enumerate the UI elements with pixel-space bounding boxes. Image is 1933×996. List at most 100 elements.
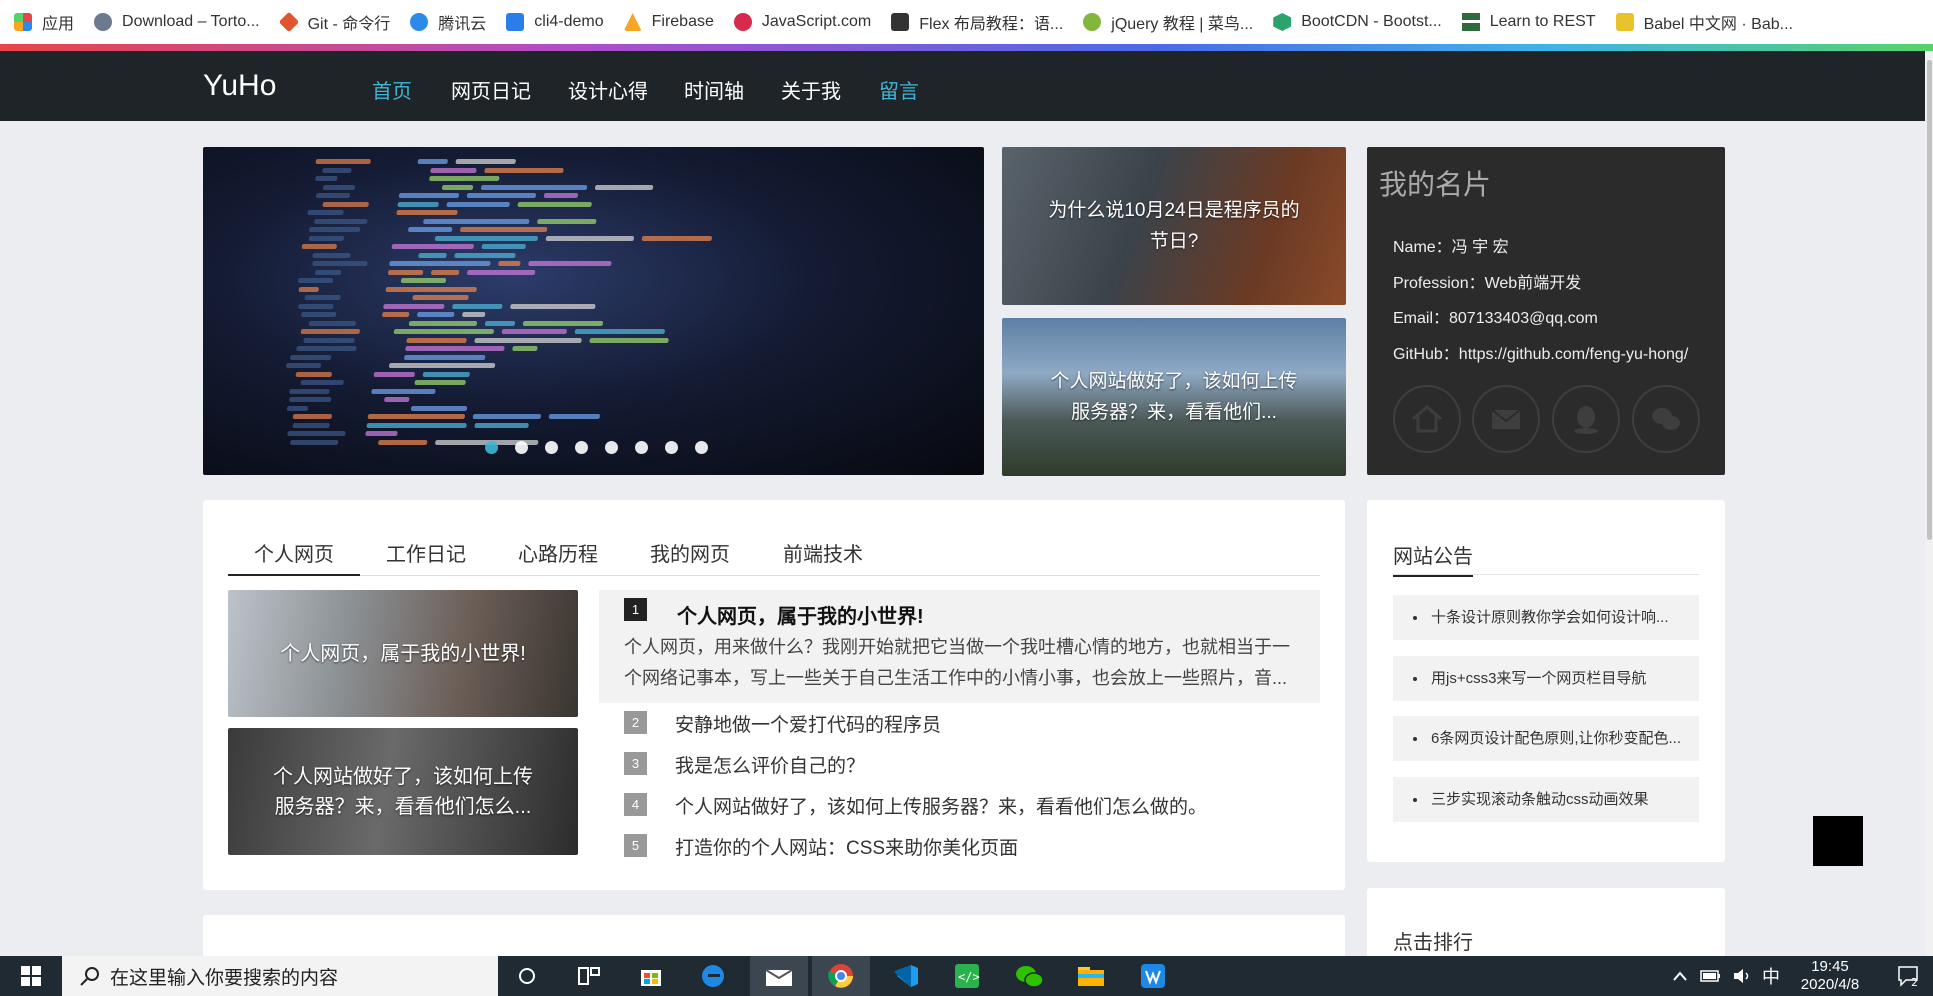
carousel-dot[interactable]	[695, 441, 708, 454]
bookmark-cli4-demo[interactable]: cli4-demo	[506, 13, 604, 31]
code-line	[417, 312, 455, 317]
carousel-dot[interactable]	[515, 441, 528, 454]
bookmark-babel[interactable]: Babel 中文网 · Bab...	[1615, 10, 1793, 34]
article-link[interactable]: 安静地做一个爱打代码的程序员	[675, 710, 941, 737]
carousel-dot[interactable]	[665, 441, 678, 454]
tab-frontend[interactable]: 前端技术	[783, 538, 863, 576]
babel-icon	[1615, 13, 1634, 31]
nav-timeline[interactable]: 时间轴	[684, 75, 744, 104]
nav-about[interactable]: 关于我	[781, 75, 841, 104]
edge-icon[interactable]	[684, 956, 742, 996]
qq-icon[interactable]	[1552, 385, 1620, 453]
vscode-icon[interactable]	[876, 956, 934, 996]
carousel-dot[interactable]	[635, 441, 648, 454]
tab-journey[interactable]: 心路历程	[518, 538, 598, 576]
nav-design-notes[interactable]: 设计心得	[568, 75, 648, 104]
article-thumb-1[interactable]: 个人网页，属于我的小世界!	[228, 590, 578, 717]
scrollbar-thumb[interactable]	[1927, 60, 1932, 540]
notice-item[interactable]: 6条网页设计配色原则,让你秒变配色...	[1393, 716, 1699, 761]
nav-web-diary[interactable]: 网页日记	[451, 75, 531, 104]
bookmark-firebase[interactable]: Firebase	[623, 13, 714, 31]
bookmark-jquery-runoob[interactable]: jQuery 教程 | 菜鸟...	[1083, 10, 1253, 34]
code-line	[428, 176, 501, 181]
feature-card-programmer-day[interactable]: 为什么说10月24日是程序员的节日?	[1002, 147, 1346, 305]
windows-start-icon[interactable]	[2, 956, 60, 996]
divider	[1393, 574, 1699, 575]
bookmark-apps[interactable]: 应用	[14, 10, 74, 34]
nav-home[interactable]: 首页	[372, 75, 412, 104]
wechat-app-icon[interactable]	[1000, 956, 1058, 996]
code-screen-image	[242, 159, 804, 459]
code-line	[400, 278, 447, 283]
file-explorer-icon[interactable]	[1062, 956, 1120, 996]
system-clock[interactable]: 19:45 2020/4/8	[1790, 958, 1870, 994]
mail-icon[interactable]	[1472, 385, 1540, 453]
carousel-dot[interactable]	[545, 441, 558, 454]
bookmark-label: cli4-demo	[534, 13, 604, 30]
wps-icon[interactable]	[1124, 956, 1182, 996]
task-view-icon[interactable]	[560, 956, 618, 996]
site-logo[interactable]: YuHo	[203, 69, 276, 103]
code-gutter	[312, 261, 368, 266]
ime-indicator[interactable]: 中	[1762, 956, 1780, 996]
code-line	[383, 397, 411, 402]
volume-icon[interactable]	[1732, 956, 1754, 996]
code-line	[589, 337, 669, 343]
code-line	[497, 261, 521, 266]
mail-app-icon[interactable]	[750, 956, 808, 996]
code-line	[367, 414, 465, 419]
tray-show-hidden-icon[interactable]	[1672, 956, 1688, 996]
bookmark-flex-tutorial[interactable]: Flex 布局教程：语...	[891, 10, 1063, 34]
notice-item[interactable]: 十条设计原则教你学会如何设计响...	[1393, 595, 1699, 640]
store-icon[interactable]	[622, 956, 680, 996]
bookmark-bootcdn[interactable]: BootCDN - Bootst...	[1273, 13, 1442, 31]
code-line	[434, 235, 539, 241]
bookmark-git[interactable]: Git - 命令行	[278, 10, 390, 34]
bookmark-label: Download – Torto...	[122, 13, 260, 30]
battery-icon[interactable]	[1700, 956, 1722, 996]
code-line	[446, 201, 510, 207]
article-title[interactable]: 个人网页，属于我的小世界!	[677, 600, 924, 629]
notice-panel: 网站公告 十条设计原则教你学会如何设计响... 用js+css3来写一个网页栏目…	[1367, 500, 1725, 862]
notification-center-icon[interactable]: 2	[1897, 956, 1921, 996]
cortana-icon[interactable]	[498, 956, 556, 996]
notice-item[interactable]: 用js+css3来写一个网页栏目导航	[1393, 656, 1699, 701]
chrome-icon[interactable]	[812, 956, 870, 996]
ruanyifeng-icon	[891, 13, 910, 31]
code-line	[371, 388, 436, 394]
carousel-dot[interactable]	[605, 441, 618, 454]
nav-message[interactable]: 留言	[879, 75, 919, 104]
tab-personal-web[interactable]: 个人网页	[228, 538, 360, 576]
article-featured[interactable]: 1 个人网页，属于我的小世界! 个人网页，用来做什么？我刚开始就把它当做一个我吐…	[599, 590, 1320, 703]
wechat-icon[interactable]	[1632, 385, 1700, 453]
article-link[interactable]: 我是怎么评价自己的？	[675, 751, 865, 778]
hero-carousel[interactable]	[203, 147, 984, 475]
code-editor-icon[interactable]: </>	[938, 956, 996, 996]
cloud-icon	[410, 13, 429, 31]
bookmark-download-tortoise[interactable]: Download – Torto...	[94, 13, 260, 31]
code-line	[472, 414, 542, 419]
code-gutter	[286, 405, 309, 411]
profile-github[interactable]: GitHub：https://github.com/feng-yu-hong/	[1393, 340, 1688, 364]
back-to-top-button[interactable]	[1813, 816, 1863, 866]
home-icon[interactable]	[1393, 385, 1461, 453]
code-line	[480, 184, 588, 190]
bookmark-javascript[interactable]: JavaScript.com	[733, 13, 871, 31]
article-thumb-2[interactable]: 个人网站做好了，该如何上传服务器？来，看看他们怎么...	[228, 728, 578, 855]
bookmark-tencent-cloud[interactable]: 腾讯云	[410, 10, 486, 34]
notice-item[interactable]: 三步实现滚动条触动css动画效果	[1393, 777, 1699, 822]
article-link[interactable]: 打造你的个人网站：CSS来助你美化页面	[675, 833, 1018, 860]
code-gutter	[309, 235, 345, 241]
taskbar-search[interactable]: 在这里输入你要搜索的内容	[62, 956, 498, 996]
code-gutter	[286, 431, 347, 436]
carousel-dot[interactable]	[485, 441, 498, 454]
feature-card-upload-server[interactable]: 个人网站做好了，该如何上传服务器？来，看看他们...	[1002, 318, 1346, 476]
article-link[interactable]: 个人网站做好了，该如何上传服务器？来，看看他们怎么做的。	[675, 792, 1207, 819]
tab-my-web[interactable]: 我的网页	[650, 538, 730, 576]
code-line	[389, 261, 491, 266]
carousel-dot[interactable]	[575, 441, 588, 454]
tab-work-diary[interactable]: 工作日记	[386, 538, 466, 576]
rest-icon	[1461, 13, 1480, 31]
code-line	[430, 167, 477, 173]
bookmark-learn-rest[interactable]: Learn to REST	[1461, 13, 1596, 31]
